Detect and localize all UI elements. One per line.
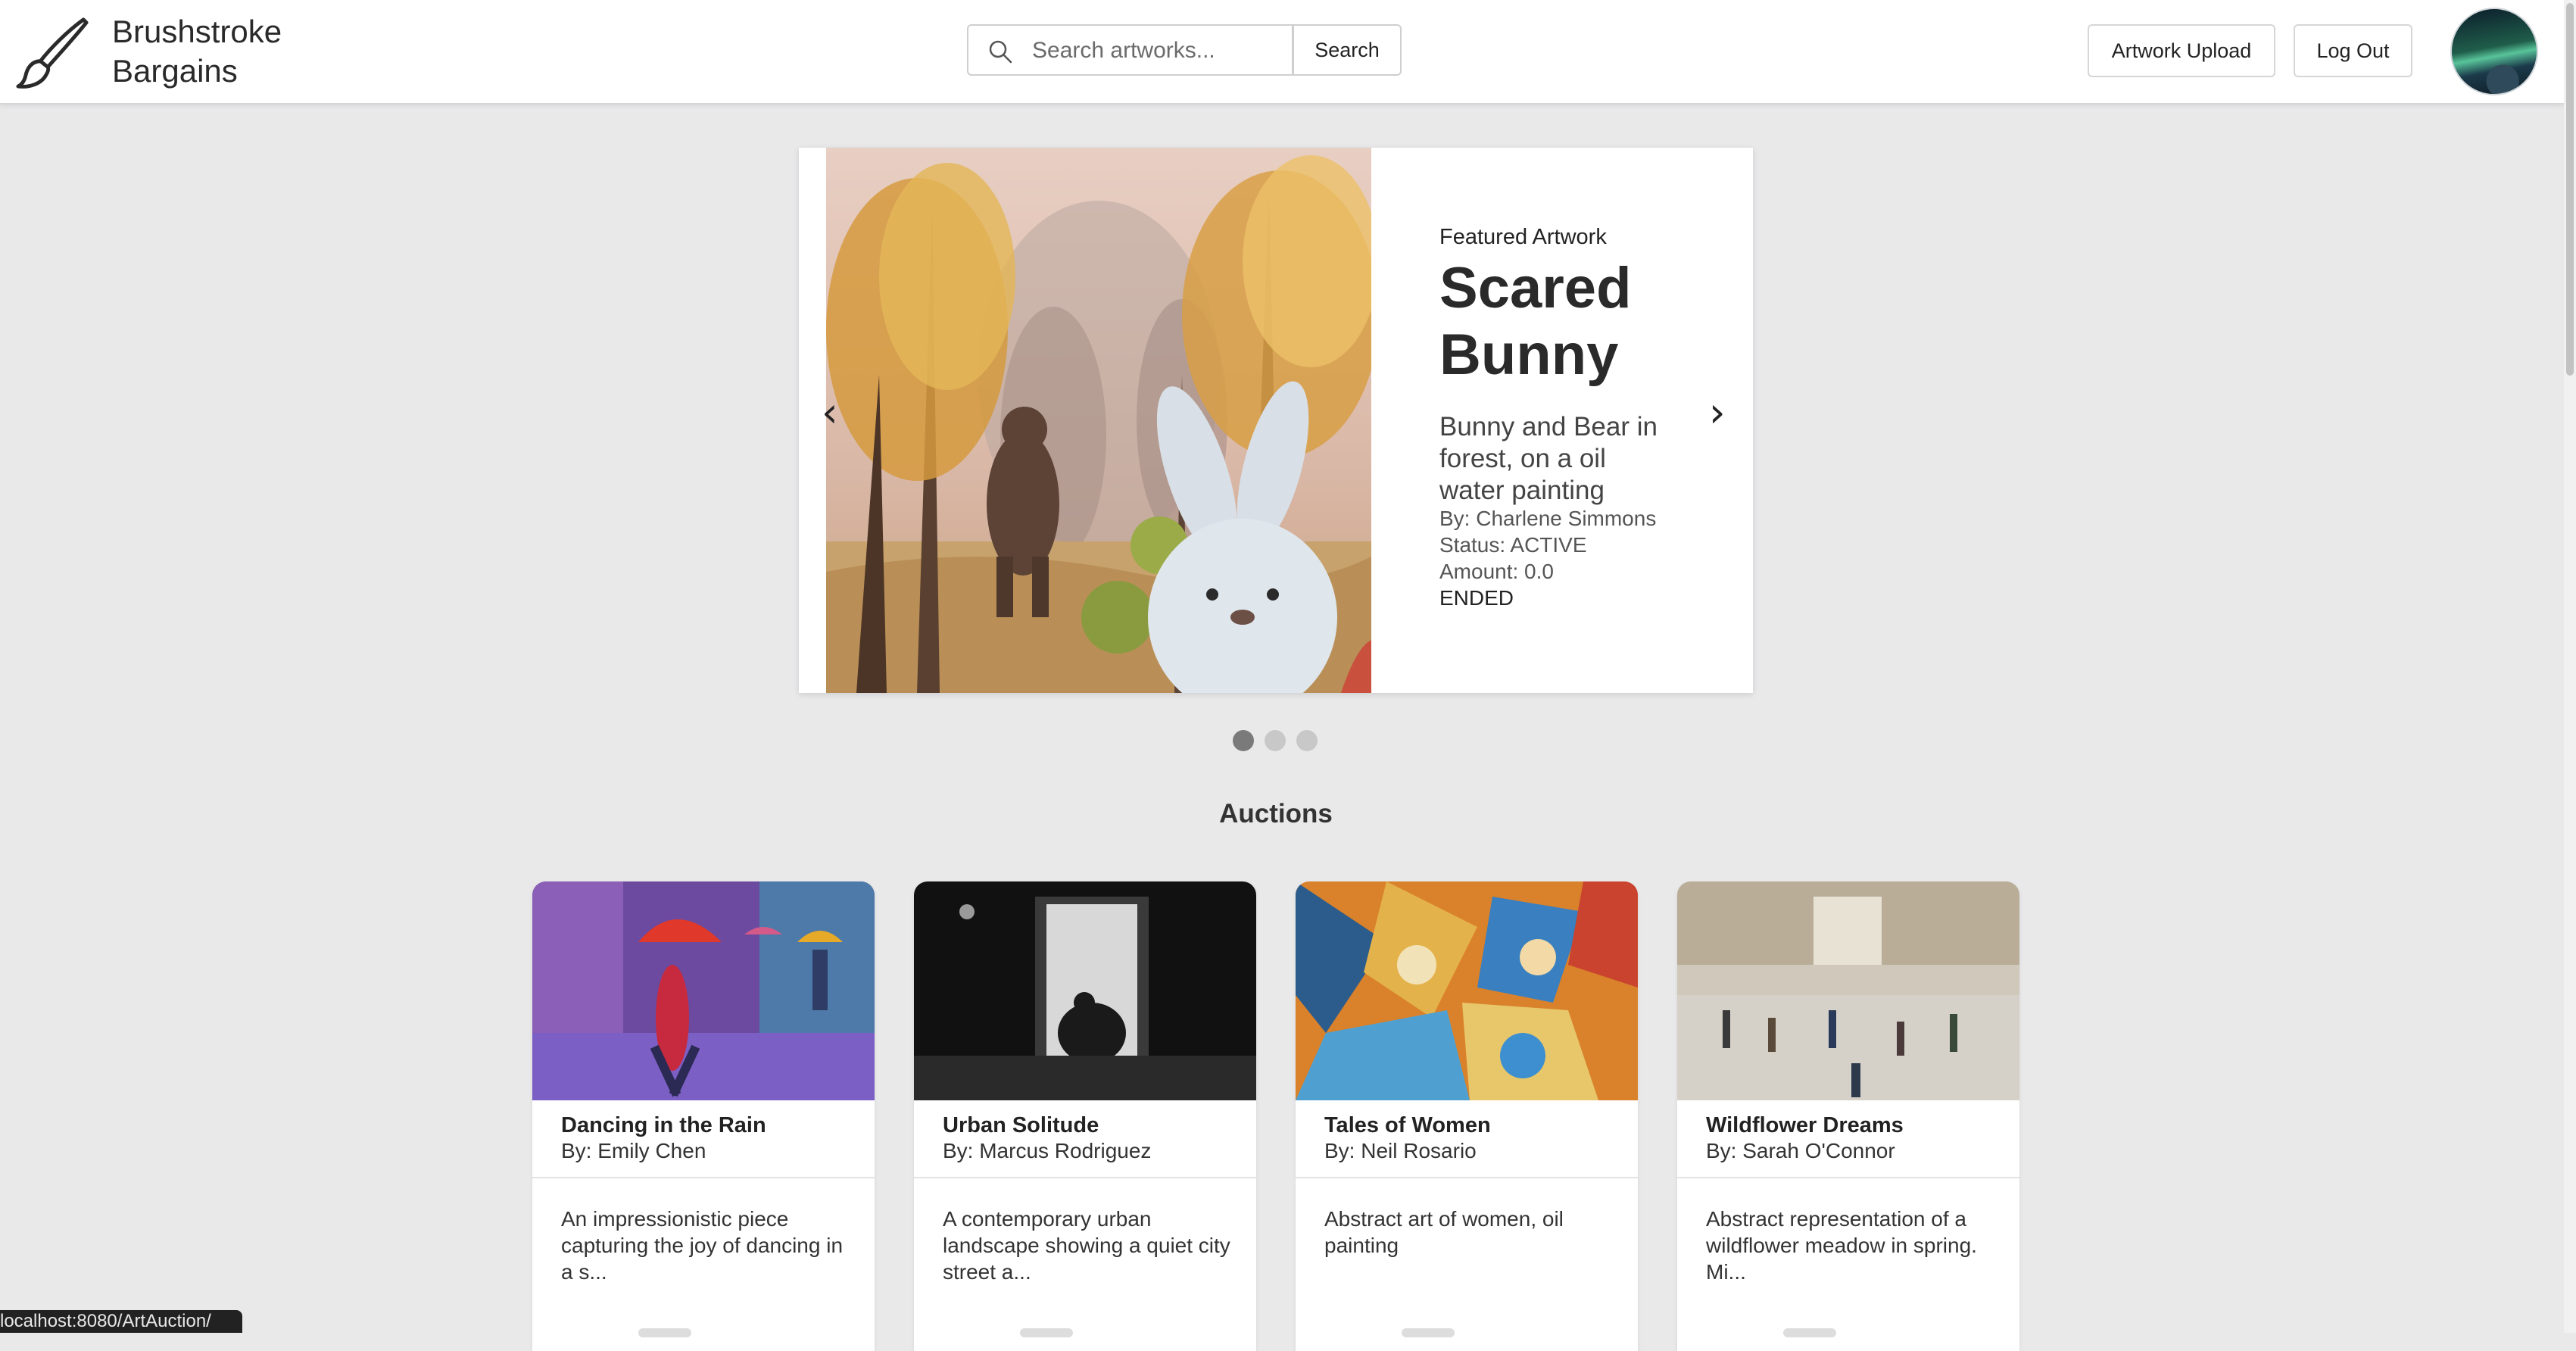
auction-card-image[interactable] xyxy=(914,881,1256,1100)
featured-description: Bunny and Bear in forest, on a oil water… xyxy=(1439,412,1658,505)
brand-line-1: Brushstroke xyxy=(112,14,282,49)
paintbrush-logo-icon[interactable] xyxy=(15,15,89,89)
featured-amount: Amount: 0.0 xyxy=(1439,560,1554,583)
carousel-prev-arrow[interactable]: ‹ xyxy=(822,390,838,435)
auction-card-image[interactable] xyxy=(532,881,875,1100)
brand-name[interactable]: Brushstroke Bargains xyxy=(112,12,282,91)
auction-card[interactable]: Wildflower Dreams By: Sarah O'Connor Abs… xyxy=(1677,881,2019,1351)
carousel-dot-3[interactable] xyxy=(1296,730,1318,751)
auction-card-title: Dancing in the Rain xyxy=(561,1113,766,1137)
featured-artwork-image[interactable] xyxy=(826,148,1371,693)
featured-carousel: ‹ › Featured Artwork Scared Bunny Bunny … xyxy=(799,148,1753,693)
search-field[interactable] xyxy=(967,24,1293,76)
auction-card[interactable]: Tales of Women By: Neil Rosario Abstract… xyxy=(1296,881,1638,1351)
card-footer-button[interactable] xyxy=(1020,1328,1073,1337)
link-status-url: localhost:8080/ArtAuction/ xyxy=(0,1310,242,1333)
card-footer-button[interactable] xyxy=(1402,1328,1455,1337)
auction-card-artist: By: Neil Rosario xyxy=(1324,1139,1477,1162)
auctions-heading: Auctions xyxy=(1219,799,1333,828)
carousel-next-arrow[interactable]: › xyxy=(1709,390,1726,435)
card-divider xyxy=(532,1177,875,1178)
top-navbar: Brushstroke Bargains Search Artwork Uplo… xyxy=(0,0,2564,105)
auction-card-title: Tales of Women xyxy=(1324,1113,1491,1137)
card-divider xyxy=(914,1177,1256,1178)
card-footer-button[interactable] xyxy=(638,1328,691,1337)
artwork-upload-button[interactable]: Artwork Upload xyxy=(2088,24,2275,77)
auction-card[interactable]: Urban Solitude By: Marcus Rodriguez A co… xyxy=(914,881,1256,1351)
brand-line-2: Bargains xyxy=(112,53,238,89)
log-out-button[interactable]: Log Out xyxy=(2294,24,2412,77)
carousel-dot-2[interactable] xyxy=(1265,730,1286,751)
user-avatar[interactable] xyxy=(2450,8,2538,95)
auction-card-description: A contemporary urban landscape showing a… xyxy=(943,1207,1230,1284)
auction-card-artist: By: Sarah O'Connor xyxy=(1706,1139,1895,1162)
card-divider xyxy=(1677,1177,2019,1178)
auction-card-image[interactable] xyxy=(1296,881,1638,1100)
auction-card-title: Wildflower Dreams xyxy=(1706,1113,1904,1137)
auction-card-description: Abstract art of women, oil painting xyxy=(1324,1207,1564,1257)
card-divider xyxy=(1296,1177,1638,1178)
search-input[interactable] xyxy=(1031,33,1283,68)
search-icon xyxy=(989,40,1012,64)
featured-status: Status: ACTIVE xyxy=(1439,533,1587,557)
featured-artist: By: Charlene Simmons xyxy=(1439,507,1657,530)
search-button[interactable]: Search xyxy=(1293,24,1402,76)
auction-card-title: Urban Solitude xyxy=(943,1113,1099,1137)
auction-card-image[interactable] xyxy=(1677,881,2019,1100)
card-footer-button[interactable] xyxy=(1783,1328,1836,1337)
auction-card-artist: By: Marcus Rodriguez xyxy=(943,1139,1152,1162)
page-scrollbar-thumb[interactable] xyxy=(2566,3,2574,376)
auction-card[interactable]: Dancing in the Rain By: Emily Chen An im… xyxy=(532,881,875,1351)
auction-card-description: An impressionistic piece capturing the j… xyxy=(561,1207,844,1284)
carousel-dot-1[interactable] xyxy=(1233,730,1254,751)
featured-title: Scared Bunny xyxy=(1439,256,1632,387)
auction-card-description: Abstract representation of a wildflower … xyxy=(1706,1207,1977,1284)
featured-label: Featured Artwork xyxy=(1439,225,1607,249)
featured-ended-label: ENDED xyxy=(1439,586,1514,610)
auction-card-artist: By: Emily Chen xyxy=(561,1139,706,1162)
